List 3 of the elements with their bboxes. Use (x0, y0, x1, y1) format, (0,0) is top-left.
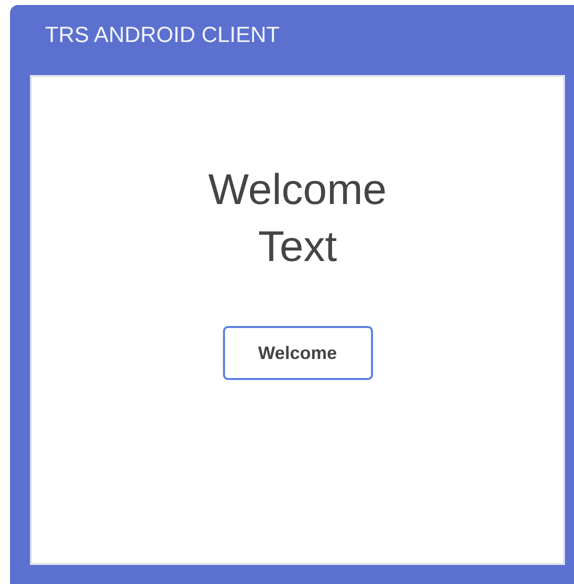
welcome-heading: Welcome Text (207, 165, 388, 273)
welcome-button[interactable]: Welcome (222, 326, 372, 380)
window-title: TRS ANDROID CLIENT (45, 22, 280, 48)
